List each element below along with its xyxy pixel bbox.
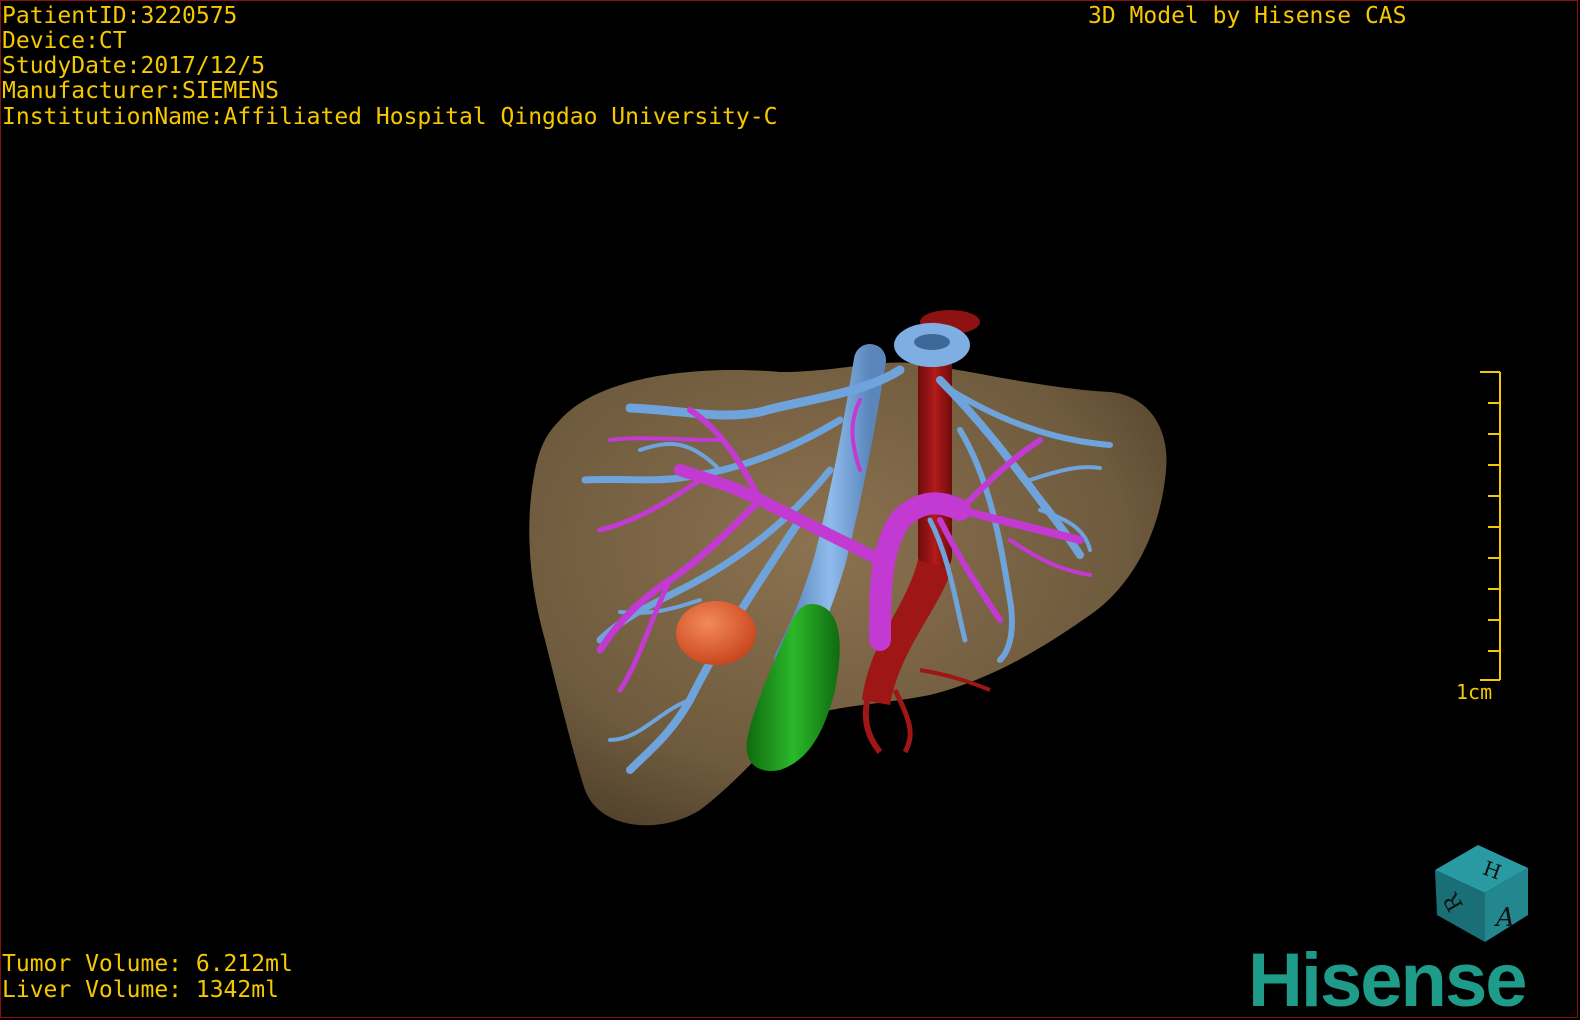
institution-name: InstitutionName:Affiliated Hospital Qing… xyxy=(2,104,778,130)
study-date: StudyDate:2017/12/5 xyxy=(2,53,266,79)
3d-viewport[interactable]: H R A Hisense xyxy=(0,0,1580,1020)
manufacturer: Manufacturer:SIEMENS xyxy=(2,78,279,104)
model-credit: 3D Model by Hisense CAS xyxy=(1088,3,1407,29)
scale-bar-label: 1cm xyxy=(1456,680,1493,704)
scale-bar xyxy=(1480,371,1501,681)
device-info: Device:CT xyxy=(2,28,127,54)
patient-id: PatientID:3220575 xyxy=(2,3,238,29)
cube-label-a: A xyxy=(1494,903,1515,933)
liver-volume: Liver Volume: 1342ml xyxy=(2,977,279,1003)
tumor-model xyxy=(676,601,756,665)
orientation-cube[interactable]: H R A xyxy=(1435,845,1528,942)
tumor-volume: Tumor Volume: 6.212ml xyxy=(2,951,293,977)
hisense-logo: Hisense xyxy=(1248,938,1526,1020)
